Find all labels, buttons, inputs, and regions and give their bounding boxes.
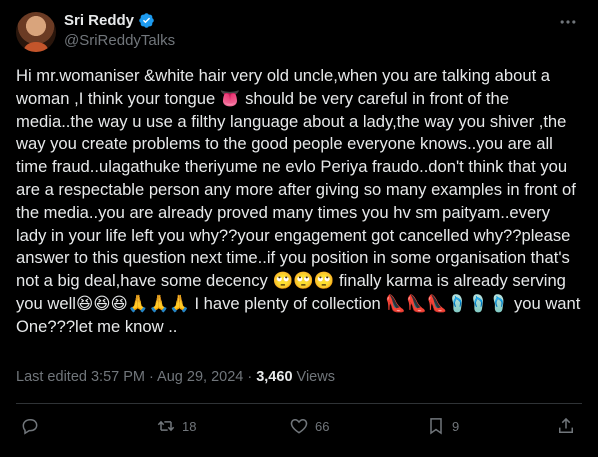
bookmark-icon [430,418,442,435]
more-options-icon[interactable] [556,12,580,32]
retweet-icon [157,420,175,432]
bookmark-button[interactable]: 9 [426,416,459,436]
views-count: 3,460 [256,369,293,385]
author-display-name[interactable]: Sri Reddy [64,12,134,29]
author-handle[interactable]: @SriReddyTalks [64,32,175,49]
share-button[interactable] [556,416,576,436]
like-count: 66 [315,418,330,434]
edited-timestamp[interactable]: Last edited 3:57 PM · Aug 29, 2024 · [16,369,256,385]
share-icon [559,417,573,433]
action-bar: 18 66 9 [16,416,582,440]
retweet-count: 18 [182,418,197,434]
tweet-metadata: Last edited 3:57 PM · Aug 29, 2024 · 3,4… [16,369,335,385]
author-name-row: Sri Reddy [64,12,155,29]
reply-icon [22,419,38,435]
divider [16,403,582,404]
views-label: Views [292,369,335,385]
tweet-text: Hi mr.womaniser &white hair very old unc… [16,66,581,336]
retweet-button[interactable]: 18 [156,416,196,436]
like-button[interactable]: 66 [289,416,329,436]
bookmark-count: 9 [452,418,460,434]
heart-icon [290,418,308,434]
reply-button[interactable] [20,416,46,436]
avatar[interactable] [16,12,56,52]
verified-badge-icon[interactable] [138,12,155,29]
